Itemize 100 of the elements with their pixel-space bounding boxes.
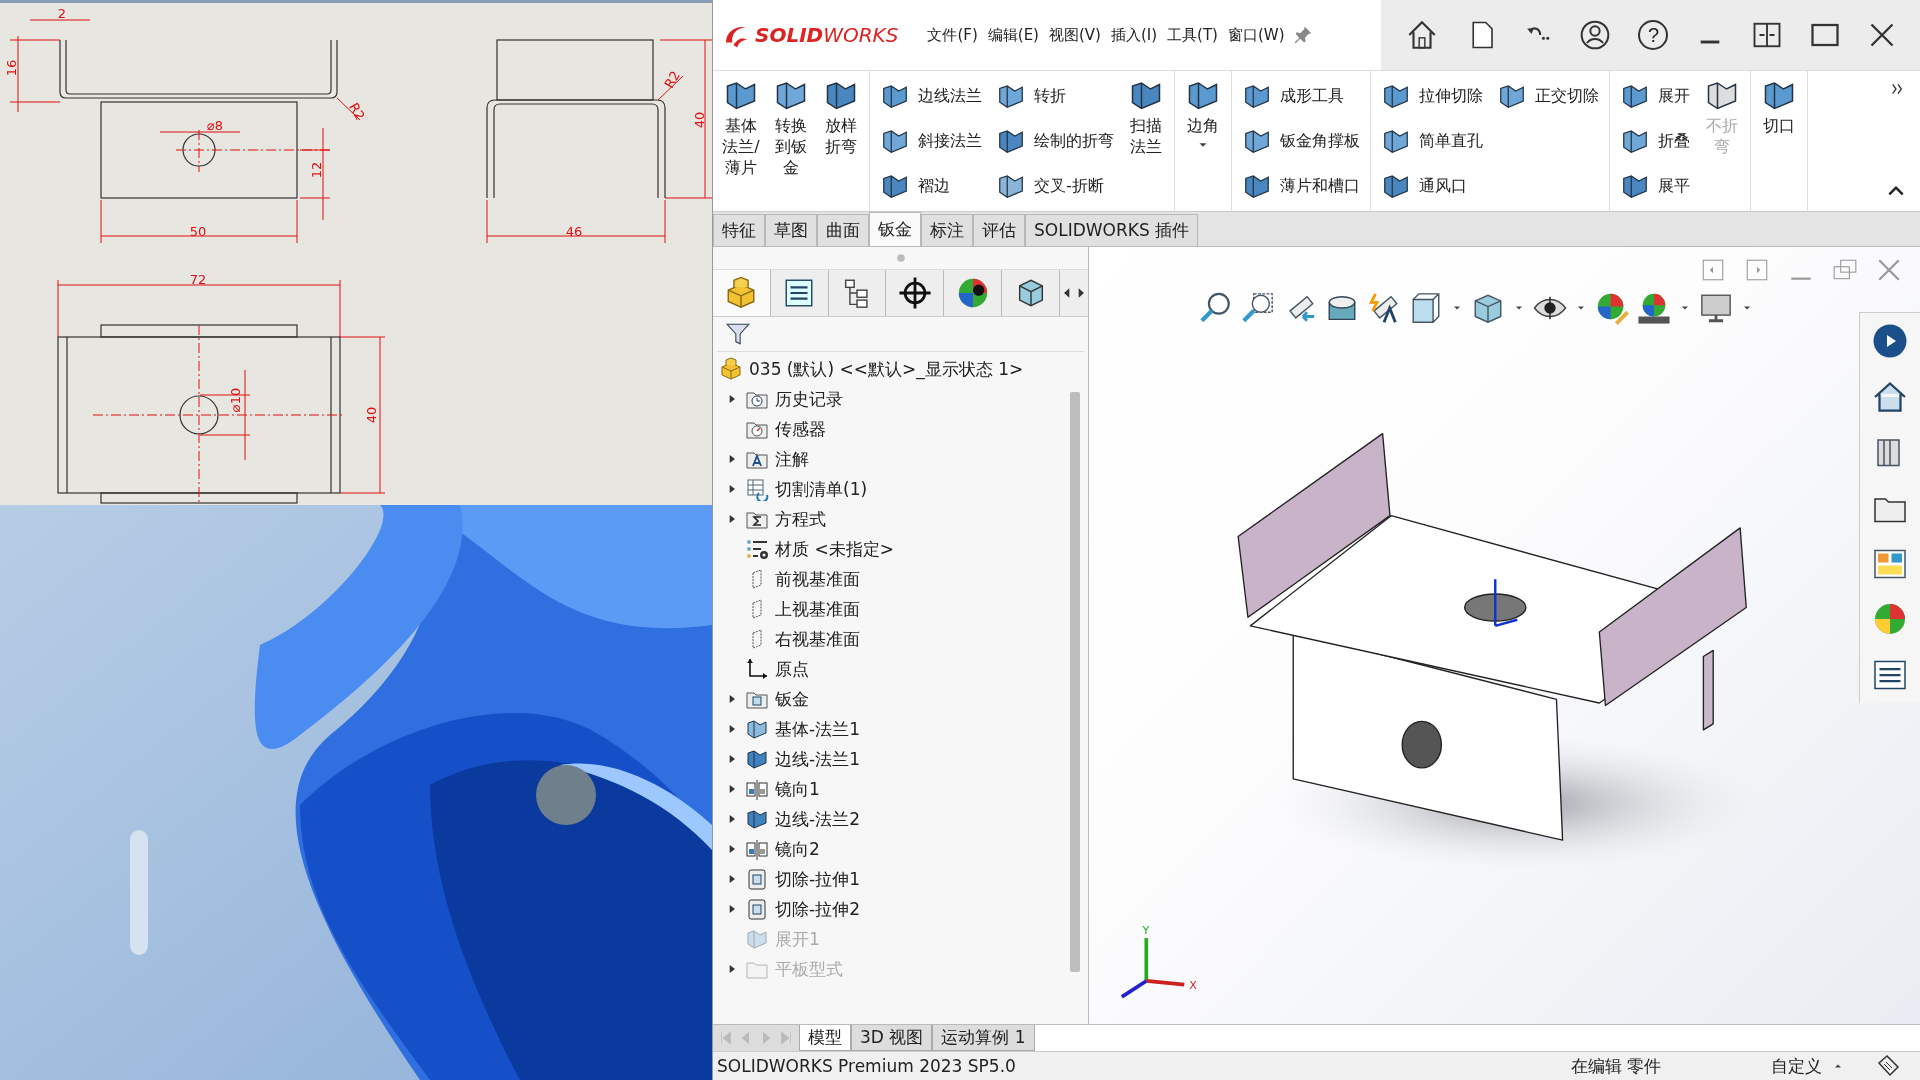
tree-item[interactable]: 基体-法兰1 <box>713 714 1070 744</box>
cut-block-icon <box>745 867 769 891</box>
bent-plate-icon <box>745 717 769 741</box>
ribbon-tab[interactable]: 草图 <box>765 214 817 246</box>
tree-item[interactable]: 切除-拉伸2 <box>713 894 1070 924</box>
bent-plate-icon <box>745 747 769 771</box>
ribbon-button[interactable]: 基体法兰/薄片 <box>717 77 765 205</box>
menu-item[interactable]: 工具(T) <box>1164 21 1221 49</box>
view-tab[interactable]: 3D 视图 <box>851 1025 933 1051</box>
mirror-icon <box>745 777 769 801</box>
menu-item[interactable]: 窗口(W) <box>1224 21 1288 49</box>
dimension-label: R2 <box>661 68 683 91</box>
ribbon-button[interactable]: 钣金角撑板 <box>1236 122 1366 160</box>
scrollbar[interactable] <box>1070 392 1080 972</box>
status-text: 在编辑 零件 <box>1570 1054 1661 1078</box>
view-tab[interactable]: 运动算例 1 <box>932 1025 1035 1051</box>
bent-plate-icon <box>745 927 769 951</box>
user-icon[interactable] <box>1578 19 1611 51</box>
tree-root[interactable]: 035 (默认) <<默认>_显示状态 1> <box>713 354 1070 384</box>
block-icon <box>719 357 743 381</box>
tree-item[interactable]: 原点 <box>713 654 1070 684</box>
tree-item[interactable]: 注解 <box>713 444 1070 474</box>
ribbon-tab[interactable]: 评估 <box>973 214 1025 246</box>
tree-item[interactable]: 边线-法兰1 <box>713 744 1070 774</box>
tree-item[interactable]: 镜向1 <box>713 774 1070 804</box>
ribbon-button[interactable]: 成形工具 <box>1236 77 1366 115</box>
ribbon-button[interactable]: 拉伸切除 <box>1375 77 1489 115</box>
ribbon-tab[interactable]: 曲面 <box>817 214 869 246</box>
dimension-label: 2 <box>57 5 67 21</box>
tree-item[interactable]: 切割清单(1) <box>713 474 1070 504</box>
dimension-label: R2 <box>346 100 368 123</box>
app-logo: SOLIDWORKS <box>755 23 899 47</box>
ribbon-button[interactable]: 展平 <box>1614 167 1696 205</box>
menu-item[interactable]: 视图(V) <box>1045 21 1104 49</box>
tree-item[interactable]: 方程式 <box>713 504 1070 534</box>
ribbon-tab[interactable]: 特征 <box>713 214 765 246</box>
ribbon-button[interactable]: 放样折弯 <box>817 77 865 205</box>
dimension-label: 16 <box>3 59 19 77</box>
tree-item[interactable]: 历史记录 <box>713 384 1070 414</box>
axes-icon <box>745 657 769 681</box>
dimension-label: 40 <box>363 406 379 424</box>
status-text: SOLIDWORKS Premium 2023 SP5.0 <box>717 1056 1016 1076</box>
ribbon-button[interactable]: 转换到钣金 <box>767 77 815 205</box>
mirror-icon <box>745 837 769 861</box>
ribbon-button[interactable]: 转折 <box>990 77 1120 115</box>
ribbon-button[interactable]: 简单直孔 <box>1375 122 1489 160</box>
magnifier-icon[interactable] <box>1199 291 1233 325</box>
tree-item[interactable]: 上视基准面 <box>713 594 1070 624</box>
ribbon-button[interactable]: 折叠 <box>1614 122 1696 160</box>
crosshair-icon[interactable] <box>897 276 932 310</box>
axis-label: Y <box>1142 924 1150 938</box>
view-tab[interactable]: 模型 <box>799 1025 851 1051</box>
ribbon-button[interactable]: 交叉-折断 <box>990 167 1120 205</box>
ribbon-tab[interactable]: 钣金 <box>869 212 921 246</box>
tree-item[interactable]: 镜向2 <box>713 834 1070 864</box>
ribbon-button[interactable]: 正交切除 <box>1491 77 1605 115</box>
menu-item[interactable]: 插入(I) <box>1107 21 1161 49</box>
dimension-label: ⌀8 <box>206 117 224 133</box>
ribbon-tab[interactable]: 标注 <box>921 214 973 246</box>
ribbon-button[interactable]: 斜接法兰 <box>874 122 988 160</box>
tree-item[interactable]: 前视基准面 <box>713 564 1070 594</box>
axis-label: X <box>1189 979 1197 993</box>
tree-item[interactable]: 切除-拉伸1 <box>713 864 1070 894</box>
grip-dot-icon[interactable] <box>895 253 906 263</box>
dimension-label: 46 <box>565 223 583 239</box>
ribbon-tab[interactable]: SOLIDWORKS 插件 <box>1025 214 1199 246</box>
tree-item[interactable]: 材质 <未指定> <box>713 534 1070 564</box>
ribbon-button[interactable]: 边线法兰 <box>874 77 988 115</box>
units-menu[interactable]: 自定义 <box>1771 1054 1822 1078</box>
ribbon-button[interactable]: 切口 <box>1755 77 1803 205</box>
tree-item[interactable]: 右视基准面 <box>713 624 1070 654</box>
table-icon <box>745 477 769 501</box>
dimension-label: 72 <box>189 271 207 287</box>
magnifier-icon[interactable] <box>1241 291 1275 325</box>
help-button[interactable]: ? <box>1638 20 1669 50</box>
dimension-label: ⌀10 <box>227 387 243 413</box>
tree-item[interactable]: 边线-法兰2 <box>713 804 1070 834</box>
bent-plate-icon <box>745 807 769 831</box>
sphere-pencil-icon[interactable] <box>1595 291 1629 325</box>
tree-item[interactable]: 钣金 <box>713 684 1070 714</box>
tree-item[interactable]: 传感器 <box>713 414 1070 444</box>
globe-icon[interactable] <box>1872 322 1908 359</box>
ribbon-button[interactable]: 薄片和槽口 <box>1236 167 1366 205</box>
dimension-label: 40 <box>691 111 707 129</box>
ribbon-button[interactable]: 扫描法兰 <box>1122 77 1170 205</box>
ribbon-button[interactable]: 边角 <box>1179 77 1227 205</box>
menu-item[interactable]: 文件(F) <box>924 21 981 49</box>
ribbon-button[interactable]: 通风口 <box>1375 167 1489 205</box>
filter-icon[interactable] <box>725 321 751 347</box>
ribbon-button[interactable]: 褶边 <box>874 167 988 205</box>
sphere-checker-icon[interactable] <box>1637 291 1671 325</box>
ribbon-button[interactable]: 展开 <box>1614 77 1696 115</box>
dimension-label: 12 <box>308 161 324 179</box>
dimension-label: 50 <box>189 223 207 239</box>
cut-block-icon <box>745 897 769 921</box>
axis-triad-icon <box>1120 938 1185 999</box>
list-gear-icon <box>745 537 769 561</box>
ribbon-button[interactable]: 绘制的折弯 <box>990 122 1120 160</box>
menu-item[interactable]: 编辑(E) <box>984 21 1042 49</box>
split-window-icon[interactable] <box>1752 20 1783 50</box>
